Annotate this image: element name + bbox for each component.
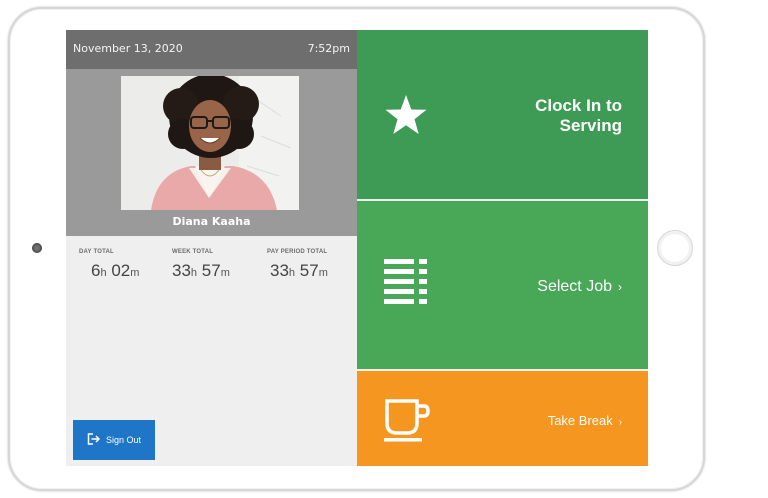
- pay-period-total-value: 33h 57m: [267, 261, 328, 281]
- clock-in-label-line2: Serving: [559, 116, 622, 135]
- take-break-text: Take Break: [547, 413, 613, 428]
- employee-profile: Diana Kaaha: [66, 69, 357, 236]
- hours-unit: h: [100, 267, 107, 279]
- chevron-right-icon: ›: [618, 417, 622, 428]
- take-break-label: Take Break ›: [548, 413, 622, 428]
- week-total-label: WEEK TOTAL: [172, 249, 214, 255]
- star-icon: [384, 94, 428, 140]
- week-total-value: 33h 57m: [172, 261, 230, 281]
- status-bar: November 13, 2020 7:52pm: [66, 30, 357, 69]
- day-total-value: 6h 02m: [79, 261, 139, 281]
- chevron-right-icon: ›: [618, 280, 622, 294]
- clock-in-label-line1: Clock In to: [535, 96, 622, 115]
- employee-panel: November 13, 2020 7:52pm Diana Kaaha DAY…: [66, 30, 357, 466]
- sign-out-button[interactable]: Sign Out: [73, 420, 155, 460]
- minutes-unit: m: [220, 267, 230, 279]
- select-job-label: Select Job ›: [537, 278, 622, 296]
- select-job-tile[interactable]: Select Job ›: [357, 201, 648, 369]
- day-total-minutes: 02: [111, 261, 131, 280]
- select-job-text: Select Job: [537, 278, 612, 295]
- time-clock-screen: November 13, 2020 7:52pm Diana Kaaha DAY…: [66, 30, 648, 466]
- week-total-hours: 33: [172, 261, 191, 280]
- current-time: 7:52pm: [307, 42, 350, 55]
- employee-photo: [121, 76, 299, 210]
- list-icon: [384, 259, 428, 311]
- coffee-cup-icon: [384, 399, 430, 447]
- week-total: WEEK TOTAL 33h 57m: [172, 249, 230, 281]
- pay-period-total-hours: 33: [270, 261, 289, 280]
- current-date: November 13, 2020: [73, 42, 183, 55]
- employee-name: Diana Kaaha: [172, 215, 251, 228]
- hours-unit: h: [288, 267, 296, 279]
- day-total: DAY TOTAL 6h 02m: [79, 249, 139, 281]
- pay-period-total-label: PAY PERIOD TOTAL: [267, 249, 328, 255]
- home-button[interactable]: [657, 230, 693, 266]
- clock-in-tile[interactable]: Clock In to Serving: [357, 30, 648, 199]
- sign-out-icon: [87, 433, 101, 447]
- pay-period-total-minutes: 57: [299, 261, 319, 280]
- camera-icon: [32, 243, 42, 253]
- hours-unit: h: [190, 267, 198, 279]
- sign-out-label: Sign Out: [105, 435, 142, 445]
- minutes-unit: m: [318, 267, 328, 279]
- week-total-minutes: 57: [201, 261, 221, 280]
- pay-period-total: PAY PERIOD TOTAL 33h 57m: [267, 249, 328, 281]
- minutes-unit: m: [130, 267, 140, 279]
- take-break-tile[interactable]: Take Break ›: [357, 371, 648, 466]
- day-total-label: DAY TOTAL: [79, 249, 114, 255]
- clock-in-label: Clock In to Serving: [472, 96, 622, 136]
